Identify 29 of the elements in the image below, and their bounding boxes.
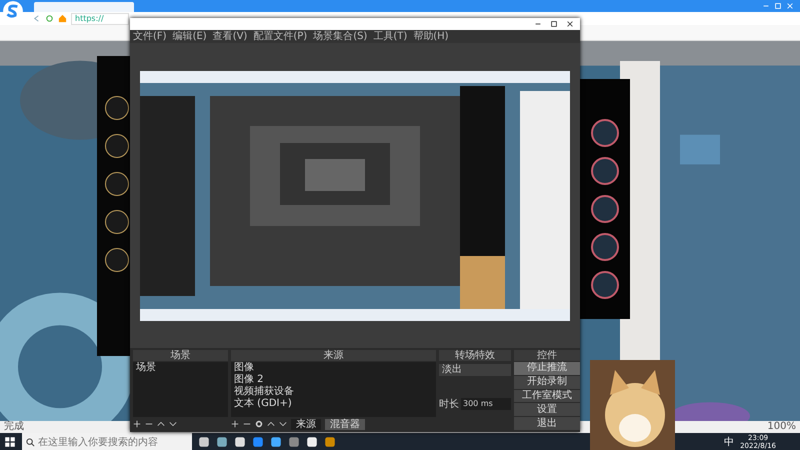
up-icon[interactable] (267, 420, 275, 428)
zoom-level: 100% (767, 421, 796, 433)
windows-start-icon[interactable] (4, 436, 16, 448)
down-icon[interactable] (279, 420, 287, 428)
app-icon[interactable] (234, 436, 246, 448)
dock-tab[interactable]: 来源 (291, 418, 321, 430)
menu-item[interactable]: 查看(V) (212, 30, 248, 42)
refresh-icon[interactable] (45, 14, 54, 23)
menu-item[interactable]: 帮助(H) (413, 30, 449, 42)
menu-item[interactable]: 场景集合(S) (313, 30, 368, 42)
app-icon[interactable] (306, 436, 318, 448)
add-icon[interactable] (231, 420, 239, 428)
down-icon[interactable] (169, 420, 177, 428)
menu-item[interactable]: 编辑(E) (172, 30, 207, 42)
up-icon[interactable] (157, 420, 165, 428)
menu-item[interactable]: 工具(T) (373, 30, 408, 42)
add-icon[interactable] (133, 420, 141, 428)
dock-tab[interactable]: 混音器 (325, 418, 365, 430)
menu-item[interactable]: 配置文件(P) (253, 30, 308, 42)
app-icon[interactable] (198, 436, 210, 448)
menu-item[interactable]: 文件(F) (133, 30, 167, 42)
settings-icon[interactable] (255, 420, 263, 428)
search-icon (26, 438, 35, 446)
status-text: 完成 (4, 421, 24, 433)
ime-indicator[interactable]: 中 (724, 435, 734, 449)
app-icon[interactable] (270, 436, 282, 448)
app-icon[interactable] (216, 436, 228, 448)
close-icon[interactable] (566, 20, 574, 28)
maximize-icon[interactable] (550, 20, 558, 28)
